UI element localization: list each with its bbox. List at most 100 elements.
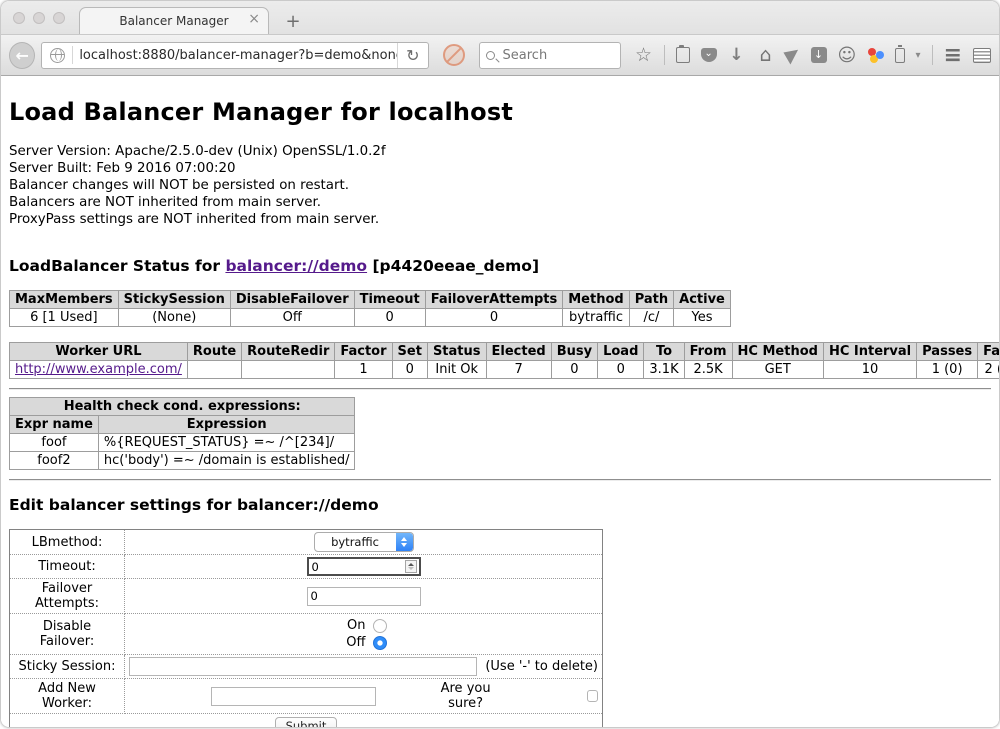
disable-failover-off-radio[interactable] xyxy=(373,636,387,650)
proxypass-notice: ProxyPass settings are NOT inherited fro… xyxy=(9,211,991,228)
are-you-sure-checkbox[interactable] xyxy=(587,690,598,702)
sticky-session-input[interactable] xyxy=(129,657,477,676)
edit-balancer-form: LBmethod: bytraffic Timeout: 0 xyxy=(9,529,603,727)
healthcheck-table-title: Health check cond. expressions: xyxy=(10,398,355,416)
sticky-session-hint: (Use '-' to delete) xyxy=(485,659,598,674)
divider xyxy=(9,479,991,481)
lbmethod-label: LBmethod: xyxy=(10,530,125,555)
back-button[interactable]: ← xyxy=(9,42,35,69)
server-info: Server Version: Apache/2.5.0-dev (Unix) … xyxy=(9,143,991,228)
col-elected: Elected xyxy=(486,343,551,361)
table-row: 6 [1 Used] (None) Off 0 0 bytraffic /c/ … xyxy=(10,309,731,327)
cell-path: /c/ xyxy=(629,309,673,327)
disable-failover-on-radio[interactable] xyxy=(373,619,387,633)
titlebar: Balancer Manager × + xyxy=(1,1,999,34)
table-title-row: Health check cond. expressions: xyxy=(10,398,355,416)
worker-url-link[interactable]: http://www.example.com/ xyxy=(15,362,182,377)
timeout-input[interactable]: 0 xyxy=(307,557,421,576)
col-from: From xyxy=(684,343,732,361)
cell-hc-interval: 10 xyxy=(823,361,916,379)
menu-hamburger-icon[interactable]: ≡ xyxy=(944,43,962,68)
tab-title: Balancer Manager xyxy=(119,14,228,28)
col-routeredir: RouteRedir xyxy=(242,343,335,361)
search-bar[interactable] xyxy=(479,42,621,69)
urlbar-separator xyxy=(72,46,73,64)
reload-icon: ↻ xyxy=(406,46,419,65)
col-disablefailover: DisableFailover xyxy=(230,291,354,309)
col-maxmembers: MaxMembers xyxy=(10,291,119,309)
browser-window: Balancer Manager × + ← localhost:8880/ba… xyxy=(1,1,999,727)
server-version-line: Server Version: Apache/2.5.0-dev (Unix) … xyxy=(9,143,991,160)
balancer-demo-link[interactable]: balancer://demo xyxy=(225,257,367,275)
bookmark-star-icon[interactable]: ☆ xyxy=(635,47,653,64)
col-fails: Fails xyxy=(978,343,999,361)
table-row: foof2 hc('body') =~ /domain is establish… xyxy=(10,452,355,470)
col-active: Active xyxy=(674,291,731,309)
new-tab-button[interactable]: + xyxy=(281,11,305,32)
cell-routeredir xyxy=(242,361,335,379)
form-row-failover: Failover Attempts: xyxy=(10,579,603,614)
cell-from: 2.5K xyxy=(684,361,732,379)
divider xyxy=(9,388,991,390)
toolbar-separator xyxy=(932,45,933,65)
clipboard-icon[interactable] xyxy=(676,47,690,63)
browser-tab[interactable]: Balancer Manager × xyxy=(79,7,269,34)
reload-button[interactable]: ↻ xyxy=(397,43,427,68)
cell-active: Yes xyxy=(674,309,731,327)
tab-groups-icon[interactable] xyxy=(973,48,991,63)
cell-elected: 7 xyxy=(486,361,551,379)
zoom-window-button[interactable] xyxy=(53,12,65,24)
col-timeout: Timeout xyxy=(354,291,425,309)
url-bar[interactable]: localhost:8880/balancer-manager?b=demo&n… xyxy=(41,42,428,69)
cell-expr-name: foof xyxy=(10,434,99,452)
minimize-window-button[interactable] xyxy=(33,12,45,24)
failover-attempts-input[interactable] xyxy=(307,587,421,606)
site-identity-globe-icon[interactable] xyxy=(50,48,65,63)
close-window-button[interactable] xyxy=(13,12,25,24)
back-arrow-icon: ← xyxy=(15,46,28,65)
add-worker-input[interactable] xyxy=(211,687,376,706)
tab-close-icon[interactable]: × xyxy=(248,12,260,26)
colors-extension-icon[interactable] xyxy=(867,47,884,64)
number-spinner-icon[interactable] xyxy=(405,560,417,573)
battery-extension-icon[interactable] xyxy=(895,48,905,63)
select-stepper-icon xyxy=(396,533,413,551)
table-row: foof %{REQUEST_STATUS} =~ /^[234]/ xyxy=(10,434,355,452)
toolbar-buttons: ☆ ⌄ ↓ ⌂ ↓ ☺ ▾ ≡ xyxy=(635,43,991,68)
sticky-session-label: Sticky Session: xyxy=(10,655,125,679)
lbmethod-select[interactable]: bytraffic xyxy=(314,532,414,552)
col-method: Method xyxy=(563,291,629,309)
radio-off-label: Off xyxy=(340,635,366,650)
table-header-row: Worker URL Route RouteRedir Factor Set S… xyxy=(10,343,1000,361)
submit-button[interactable]: Submit xyxy=(275,717,338,727)
pocket-icon[interactable]: ⌄ xyxy=(701,48,717,62)
search-input[interactable] xyxy=(501,47,601,64)
cell-maxmembers: 6 [1 Used] xyxy=(10,309,119,327)
col-path: Path xyxy=(629,291,673,309)
inherit-notice: Balancers are NOT inherited from main se… xyxy=(9,194,991,211)
chat-smiley-icon[interactable]: ☺ xyxy=(838,47,856,64)
content-blocked-icon[interactable] xyxy=(443,44,465,66)
col-route: Route xyxy=(187,343,241,361)
healthcheck-table: Health check cond. expressions: Expr nam… xyxy=(9,397,355,470)
status-heading-suffix: [p4420eeae_demo] xyxy=(367,257,539,275)
cell-load: 0 xyxy=(598,361,644,379)
are-you-sure-label: Are you sure? xyxy=(426,681,505,711)
cell-set: 0 xyxy=(392,361,427,379)
extension-download-icon[interactable]: ↓ xyxy=(811,47,827,63)
url-text[interactable]: localhost:8880/balancer-manager?b=demo&n… xyxy=(79,48,397,63)
col-factor: Factor xyxy=(335,343,392,361)
cell-expression: %{REQUEST_STATUS} =~ /^[234]/ xyxy=(98,434,355,452)
home-icon[interactable]: ⌂ xyxy=(757,47,775,64)
col-expression: Expression xyxy=(98,416,355,434)
timeout-value: 0 xyxy=(312,560,319,574)
form-row-submit: Submit xyxy=(10,714,603,728)
cell-failoverattempts: 0 xyxy=(425,309,563,327)
cell-busy: 0 xyxy=(551,361,597,379)
form-row-lbmethod: LBmethod: bytraffic xyxy=(10,530,603,555)
downloads-icon[interactable]: ↓ xyxy=(728,47,746,64)
send-tab-icon[interactable] xyxy=(783,45,802,64)
window-controls[interactable] xyxy=(13,12,65,24)
chevron-down-icon[interactable]: ▾ xyxy=(916,50,921,61)
cell-passes: 1 (0) xyxy=(917,361,978,379)
